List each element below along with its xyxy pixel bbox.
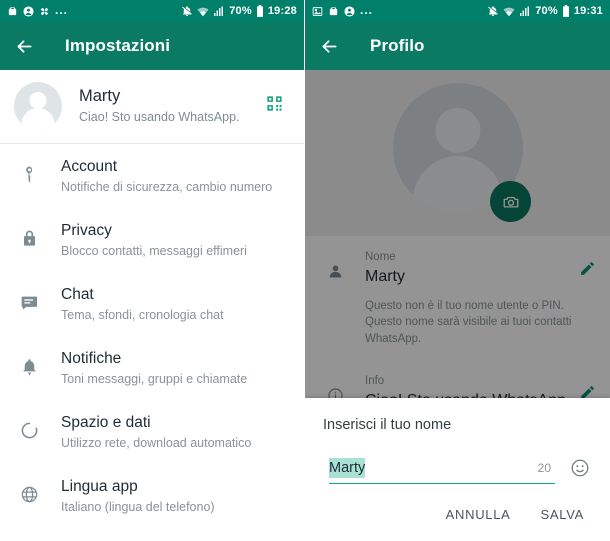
sidebar-item-notifiche[interactable]: Notifiche Toni messaggi, gruppi e chiama… — [0, 336, 304, 400]
profile-field-nome[interactable]: Nome Marty — [305, 236, 610, 288]
dialog-title: Inserisci il tuo nome — [323, 417, 452, 433]
dialog-actions: ANNULLA SALVA — [323, 507, 592, 522]
page-title: Impostazioni — [65, 36, 171, 55]
page-title: Profilo — [370, 36, 425, 55]
profile-status-label: Ciao! Sto usando WhatsApp. — [79, 110, 240, 124]
status-overflow-dots: ... — [360, 3, 374, 18]
sidebar-item-spazio-e-dati[interactable]: Spazio e dati Utilizzo rete, download au… — [0, 400, 304, 464]
battery-percent-label: 70% — [229, 4, 252, 17]
field-value: Marty — [365, 267, 405, 285]
sidebar-item-label: Chat — [61, 286, 94, 304]
sidebar-item-sublabel: Blocco contatti, messaggi effimeri — [61, 244, 247, 259]
bag-icon — [328, 5, 339, 17]
char-counter: 20 — [537, 460, 551, 475]
left-status-bar: ... 70% 19:28 — [0, 0, 304, 22]
sidebar-item-sublabel: Toni messaggi, gruppi e chiamate — [61, 372, 248, 387]
pinwheel-icon — [39, 6, 50, 17]
bell-muted-icon — [181, 5, 193, 17]
clock-label: 19:28 — [267, 4, 297, 17]
chat-icon — [16, 285, 42, 312]
left-app-bar: Impostazioni — [0, 22, 304, 70]
arrow-back-icon[interactable] — [14, 36, 35, 57]
wifi-icon — [503, 6, 515, 17]
qr-code-icon[interactable] — [261, 90, 288, 122]
wifi-icon — [197, 6, 209, 17]
sidebar-item-privacy[interactable]: Privacy Blocco contatti, messaggi effime… — [0, 208, 304, 272]
battery-icon — [562, 5, 570, 17]
signal-icon — [519, 6, 531, 17]
edit-name-dialog: Inserisci il tuo nome Marty 20 ANNULLA S… — [305, 398, 610, 541]
sidebar-item-account[interactable]: Account Notifiche di sicurezza, cambio n… — [0, 144, 304, 208]
dialog-input-row: Marty 20 — [323, 457, 592, 484]
battery-icon — [256, 5, 264, 17]
field-label: Info — [365, 374, 385, 387]
account-circle-icon — [344, 5, 355, 17]
settings-list[interactable]: Marty Ciao! Sto usando WhatsApp. Account… — [0, 70, 304, 541]
account-circle-icon — [23, 5, 34, 17]
bag-icon — [7, 5, 18, 17]
pencil-icon[interactable] — [579, 250, 596, 282]
right-app-bar: Profilo — [305, 22, 610, 70]
sidebar-item-sublabel: Notifiche di sicurezza, cambio numero — [61, 180, 273, 195]
data-usage-icon — [16, 413, 42, 440]
sidebar-item-chat[interactable]: Chat Tema, sfondi, cronologia chat — [0, 272, 304, 336]
camera-icon[interactable] — [490, 181, 531, 222]
right-status-bar: ... 70% 19:31 — [305, 0, 610, 22]
sidebar-item-label: Spazio e dati — [61, 414, 151, 432]
field-help-text: Questo non è il tuo nome utente o PIN. Q… — [365, 299, 572, 346]
key-icon — [16, 157, 42, 184]
image-icon — [312, 6, 323, 17]
name-input[interactable]: Marty 20 — [329, 457, 555, 484]
bell-icon — [16, 349, 42, 376]
field-label: Nome — [365, 251, 396, 263]
left-phone-screen: ... 70% 19:28 Impostazioni Marty Ciao! S… — [0, 0, 305, 541]
signal-icon — [213, 6, 225, 17]
save-button[interactable]: SALVA — [541, 507, 584, 522]
status-overflow-dots: ... — [55, 3, 69, 18]
sidebar-item-sublabel: Italiano (lingua del telefono) — [61, 500, 215, 515]
sidebar-item-label: Lingua app — [61, 478, 138, 496]
arrow-back-icon[interactable] — [319, 36, 340, 57]
person-avatar-icon — [14, 82, 62, 130]
sidebar-item-label: Notifiche — [61, 350, 122, 368]
name-input-value[interactable]: Marty — [329, 457, 366, 478]
bell-muted-icon — [487, 5, 499, 17]
battery-percent-label: 70% — [535, 4, 558, 17]
sidebar-item-label: Privacy — [61, 222, 112, 240]
right-phone-screen: ... 70% 19:31 Profilo Nome Marty Questo … — [305, 0, 610, 541]
person-icon — [323, 250, 347, 280]
cancel-button[interactable]: ANNULLA — [446, 507, 511, 522]
profile-photo-area[interactable] — [305, 70, 610, 236]
sidebar-item-sublabel: Utilizzo rete, download automatico — [61, 436, 252, 451]
sidebar-item-lingua-app[interactable]: Lingua app Italiano (lingua del telefono… — [0, 464, 304, 528]
profile-content: Nome Marty Questo non è il tuo nome uten… — [305, 70, 610, 541]
emoji-smiley-icon[interactable] — [570, 458, 590, 483]
sidebar-item-label: Account — [61, 158, 118, 175]
clock-label: 19:31 — [573, 4, 603, 17]
screenshot-stage: ... 70% 19:28 Impostazioni Marty Ciao! S… — [0, 0, 610, 541]
sidebar-item-sublabel: Tema, sfondi, cronologia chat — [61, 308, 224, 323]
own-profile-row[interactable]: Marty Ciao! Sto usando WhatsApp. — [0, 70, 304, 143]
lock-icon — [16, 221, 42, 248]
profile-name-label: Marty — [79, 87, 121, 106]
globe-icon — [16, 477, 42, 504]
